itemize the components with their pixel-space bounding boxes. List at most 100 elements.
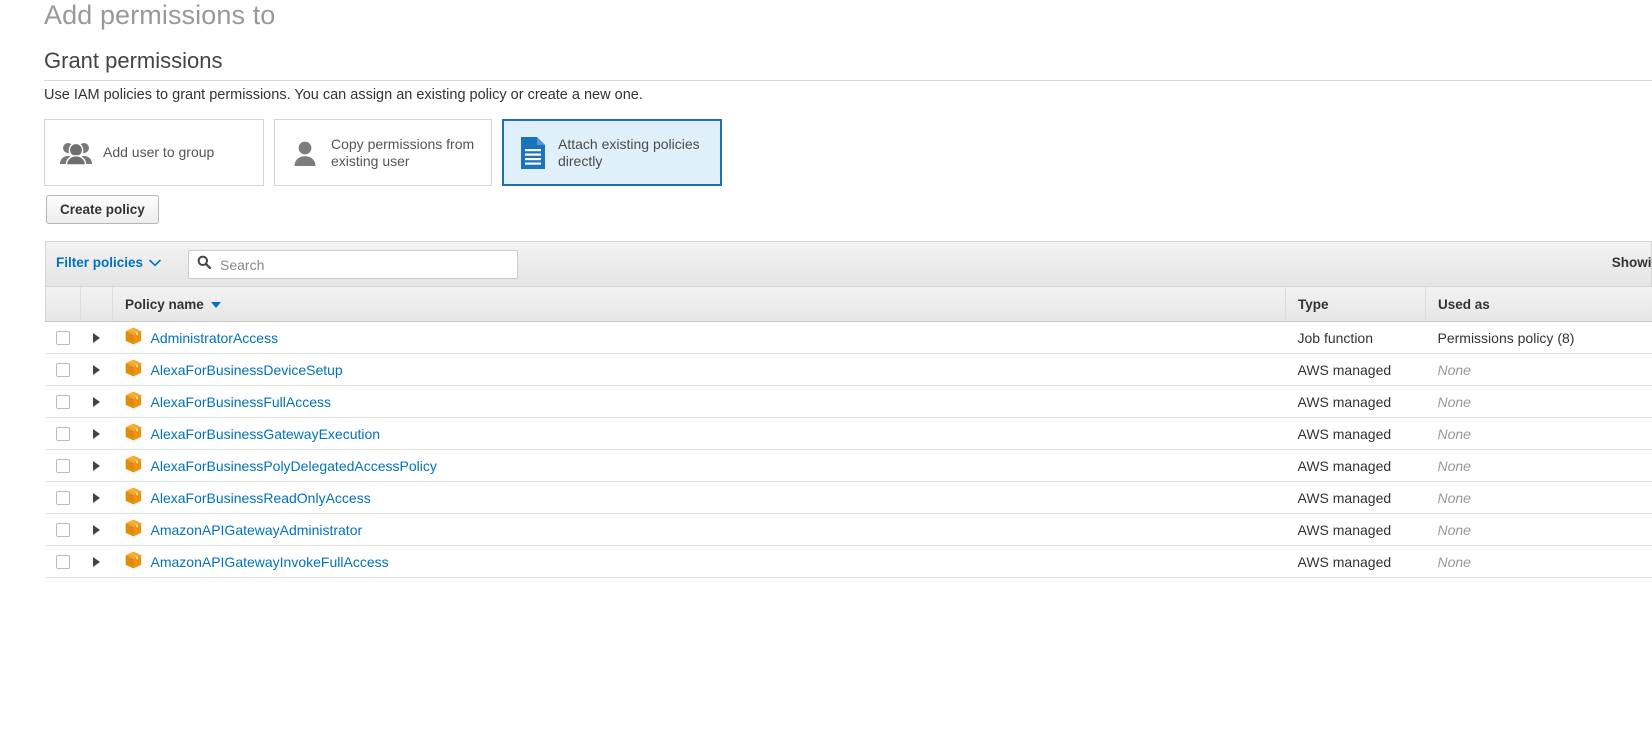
filter-policies-label: Filter policies <box>56 255 143 270</box>
table-row[interactable]: AmazonAPIGatewayInvokeFullAccess AWS mana… <box>46 546 1652 578</box>
policy-type-cell: AWS managed <box>1286 386 1426 418</box>
expand-arrow-icon[interactable] <box>93 397 100 407</box>
policy-name-cell: AlexaForBusinessPolyDelegatedAccessPolic… <box>113 450 1286 482</box>
column-header-expand <box>81 287 113 322</box>
row-checkbox[interactable] <box>56 523 70 537</box>
row-checkbox[interactable] <box>56 427 70 441</box>
row-expand-cell <box>81 386 113 418</box>
row-select-cell <box>46 322 81 354</box>
user-icon <box>289 139 321 167</box>
search-box[interactable] <box>188 250 518 279</box>
used-as-value: None <box>1438 554 1471 570</box>
row-select-cell <box>46 546 81 578</box>
table-row[interactable]: AlexaForBusinessFullAccess AWS managedNon… <box>46 386 1652 418</box>
row-expand-cell <box>81 322 113 354</box>
policy-type-cell: AWS managed <box>1286 418 1426 450</box>
column-header-type[interactable]: Type <box>1286 287 1426 322</box>
policy-name-cell: AlexaForBusinessDeviceSetup <box>113 354 1286 386</box>
showing-results-text: Showing <box>1612 255 1652 270</box>
policy-box-icon <box>125 455 142 476</box>
expand-arrow-icon[interactable] <box>93 333 100 343</box>
policy-used-as-cell: None <box>1426 546 1652 578</box>
row-select-cell <box>46 450 81 482</box>
table-header-row: Policy name Type Used as <box>46 287 1652 322</box>
option-copy-permissions[interactable]: Copy permissions from existing user <box>274 119 492 186</box>
policy-name-link[interactable]: AmazonAPIGatewayInvokeFullAccess <box>151 554 389 570</box>
used-as-value: None <box>1438 426 1471 442</box>
expand-arrow-icon[interactable] <box>93 493 100 503</box>
policy-used-as-cell: None <box>1426 418 1652 450</box>
section-description: Use IAM policies to grant permissions. Y… <box>44 87 643 103</box>
search-icon <box>197 255 211 274</box>
table-row[interactable]: AlexaForBusinessReadOnlyAccessAWS manage… <box>46 482 1652 514</box>
title-divider <box>44 80 1652 81</box>
row-checkbox[interactable] <box>56 331 70 345</box>
filter-policies-dropdown[interactable]: Filter policies <box>56 255 161 270</box>
add-permissions-page: Add permissions to Grant permissions Use… <box>0 0 1652 747</box>
policy-box-icon <box>125 391 142 412</box>
row-checkbox[interactable] <box>56 555 70 569</box>
policy-used-as-cell: None <box>1426 482 1652 514</box>
table-body: AdministratorAccessJob functionPermissio… <box>46 322 1652 578</box>
expand-arrow-icon[interactable] <box>93 365 100 375</box>
expand-arrow-icon[interactable] <box>93 557 100 567</box>
row-select-cell <box>46 386 81 418</box>
policy-name-link[interactable]: AmazonAPIGatewayAdministrator <box>151 522 363 538</box>
expand-arrow-icon[interactable] <box>93 461 100 471</box>
row-select-cell <box>46 418 81 450</box>
row-select-cell <box>46 514 81 546</box>
row-checkbox[interactable] <box>56 459 70 473</box>
policy-used-as-cell: None <box>1426 386 1652 418</box>
row-expand-cell <box>81 546 113 578</box>
users-group-icon <box>59 140 93 166</box>
table-row[interactable]: AmazonAPIGatewayAdministrator AWS managed… <box>46 514 1652 546</box>
table-row[interactable]: AdministratorAccessJob functionPermissio… <box>46 322 1652 354</box>
search-input[interactable] <box>218 256 509 274</box>
policy-name-link[interactable]: AlexaForBusinessReadOnlyAccess <box>151 490 371 506</box>
policy-box-icon <box>125 551 142 572</box>
policy-box-icon <box>125 519 142 540</box>
policy-name-link[interactable]: AdministratorAccess <box>151 330 279 346</box>
table-row[interactable]: AlexaForBusinessPolyDelegatedAccessPolic… <box>46 450 1652 482</box>
policy-name-cell: AmazonAPIGatewayInvokeFullAccess <box>113 546 1286 578</box>
option-attach-existing-policies[interactable]: Attach existing policies directly <box>502 119 722 186</box>
policy-name-link[interactable]: AlexaForBusinessPolyDelegatedAccessPolic… <box>151 458 437 474</box>
used-as-value: None <box>1438 490 1471 506</box>
row-select-cell <box>46 482 81 514</box>
row-expand-cell <box>81 514 113 546</box>
policy-name-cell: AlexaForBusinessReadOnlyAccess <box>113 482 1286 514</box>
option-label: Copy permissions from existing user <box>331 136 477 170</box>
policy-name-cell: AdministratorAccess <box>113 322 1286 354</box>
row-checkbox[interactable] <box>56 363 70 377</box>
column-header-label: Policy name <box>125 297 204 312</box>
expand-arrow-icon[interactable] <box>93 525 100 535</box>
table-row[interactable]: AlexaForBusinessGatewayExecution AWS mana… <box>46 418 1652 450</box>
sort-desc-icon <box>211 302 221 308</box>
option-label: Attach existing policies directly <box>558 136 706 170</box>
policy-name-link[interactable]: AlexaForBusinessDeviceSetup <box>151 362 343 378</box>
policy-name-link[interactable]: AlexaForBusinessFullAccess <box>151 394 332 410</box>
policy-name-cell: AlexaForBusinessFullAccess <box>113 386 1286 418</box>
table-row[interactable]: AlexaForBusinessDeviceSetup AWS managedNo… <box>46 354 1652 386</box>
policies-table: Policy name Type Used as AdministratorAc… <box>45 286 1652 578</box>
policy-type-cell: AWS managed <box>1286 354 1426 386</box>
used-as-value: Permissions policy (8) <box>1438 330 1575 346</box>
row-checkbox[interactable] <box>56 491 70 505</box>
used-as-value: None <box>1438 458 1471 474</box>
row-checkbox[interactable] <box>56 395 70 409</box>
column-header-used-as[interactable]: Used as <box>1426 287 1652 322</box>
policy-used-as-cell: None <box>1426 450 1652 482</box>
row-expand-cell <box>81 354 113 386</box>
policy-used-as-cell: None <box>1426 354 1652 386</box>
policy-name-link[interactable]: AlexaForBusinessGatewayExecution <box>151 426 381 442</box>
create-policy-button[interactable]: Create policy <box>46 195 159 224</box>
policy-used-as-cell: None <box>1426 514 1652 546</box>
policy-name-cell: AmazonAPIGatewayAdministrator <box>113 514 1286 546</box>
column-header-policy-name[interactable]: Policy name <box>113 287 1286 322</box>
policy-type-cell: AWS managed <box>1286 514 1426 546</box>
filter-bar: Filter policies Showing <box>45 241 1652 286</box>
option-add-user-to-group[interactable]: Add user to group <box>44 119 264 186</box>
expand-arrow-icon[interactable] <box>93 429 100 439</box>
page-title: Add permissions to <box>44 0 275 31</box>
policy-type-cell: AWS managed <box>1286 546 1426 578</box>
